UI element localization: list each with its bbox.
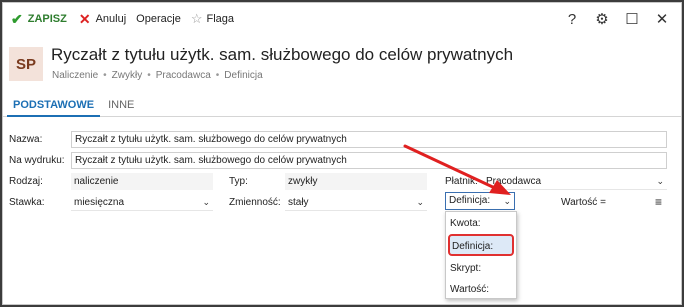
save-button[interactable]: ✔ ZAPISZ — [7, 3, 71, 35]
definicja-select-value: Definicja: — [449, 195, 491, 206]
x-icon: ✕ — [78, 10, 91, 27]
menu-icon[interactable]: ≡ — [655, 195, 662, 209]
platnik-value: Pracodawca — [486, 176, 542, 187]
flag-button[interactable]: ☆ Flaga — [187, 3, 238, 35]
chevron-down-icon: ⌄ — [416, 197, 424, 207]
tab-podstawowe[interactable]: PODSTAWOWE — [7, 95, 101, 117]
rodzaj-value: naliczenie — [71, 173, 213, 190]
page-title: Ryczałt z tytułu użytk. sam. służbowego … — [51, 45, 514, 64]
breadcrumb-item: Naliczenie — [52, 70, 99, 81]
checkmark-icon: ✔ — [11, 10, 23, 27]
save-label: ZAPISZ — [27, 13, 67, 25]
cancel-button[interactable]: ✕ Anuluj — [75, 3, 130, 35]
wartosc-label: Wartość = — [561, 197, 606, 208]
wydruk-label: Na wydruku: — [9, 155, 65, 166]
tab-bar: PODSTAWOWE INNE — [3, 95, 681, 117]
dropdown-option-skrypt[interactable]: Skrypt: — [450, 263, 481, 274]
gear-icon[interactable]: ⚙ — [587, 10, 617, 28]
zmiennosc-value: stały — [288, 197, 309, 208]
nazwa-input[interactable]: Ryczałt z tytułu użytk. sam. służbowego … — [71, 131, 667, 148]
typ-value: zwykły — [285, 173, 427, 190]
operations-label: Operacje — [136, 13, 181, 25]
chevron-down-icon: ⌄ — [202, 197, 210, 207]
typ-label: Typ: — [229, 176, 248, 187]
breadcrumb-item: Zwykły — [111, 70, 143, 81]
definicja-dropdown-menu: Kwota: Definicja: Skrypt: Wartość: — [445, 211, 517, 299]
chevron-down-icon: ⌄ — [503, 196, 511, 206]
definicja-select[interactable]: Definicja: ⌄ — [445, 192, 515, 210]
toolbar: ✔ ZAPISZ ✕ Anuluj Operacje ☆ Flaga ? ⚙ ☐… — [3, 3, 681, 35]
zmiennosc-label: Zmienność: — [229, 197, 281, 208]
maximize-icon[interactable]: ☐ — [617, 10, 647, 28]
operations-button[interactable]: Operacje — [132, 3, 185, 35]
dropdown-option-definicja[interactable]: Definicja: — [452, 241, 493, 252]
breadcrumb-separator: • — [147, 70, 151, 81]
chevron-down-icon: ⌄ — [656, 176, 664, 186]
zmiennosc-select[interactable]: stały ⌄ — [285, 194, 427, 211]
app-window: ✔ ZAPISZ ✕ Anuluj Operacje ☆ Flaga ? ⚙ ☐… — [2, 2, 682, 305]
breadcrumb-item: Pracodawca — [155, 70, 211, 81]
flag-label: Flaga — [206, 13, 234, 25]
nazwa-label: Nazwa: — [9, 134, 43, 145]
avatar: SP — [9, 47, 43, 81]
breadcrumb: Naliczenie • Zwykły • Pracodawca • Defin… — [52, 70, 263, 81]
platnik-label: Płatnik: — [445, 176, 478, 187]
platnik-select[interactable]: Pracodawca ⌄ — [483, 173, 667, 190]
breadcrumb-separator: • — [103, 70, 107, 81]
cancel-label: Anuluj — [95, 13, 127, 25]
rodzaj-label: Rodzaj: — [9, 176, 43, 187]
help-icon[interactable]: ? — [557, 11, 587, 28]
stawka-value: miesięczna — [74, 197, 125, 208]
close-icon[interactable]: ✕ — [647, 10, 677, 28]
dropdown-option-wartosc[interactable]: Wartość: — [450, 284, 489, 295]
window-controls: ? ⚙ ☐ ✕ — [557, 3, 677, 35]
tab-inne[interactable]: INNE — [102, 95, 140, 117]
dropdown-option-kwota[interactable]: Kwota: — [450, 218, 481, 229]
stawka-select[interactable]: miesięczna ⌄ — [71, 194, 213, 211]
breadcrumb-separator: • — [215, 70, 220, 81]
breadcrumb-item: Definicja — [224, 70, 263, 81]
stawka-label: Stawka: — [9, 197, 45, 208]
star-icon: ☆ — [190, 11, 203, 26]
wydruk-input[interactable]: Ryczałt z tytułu użytk. sam. służbowego … — [71, 152, 667, 169]
